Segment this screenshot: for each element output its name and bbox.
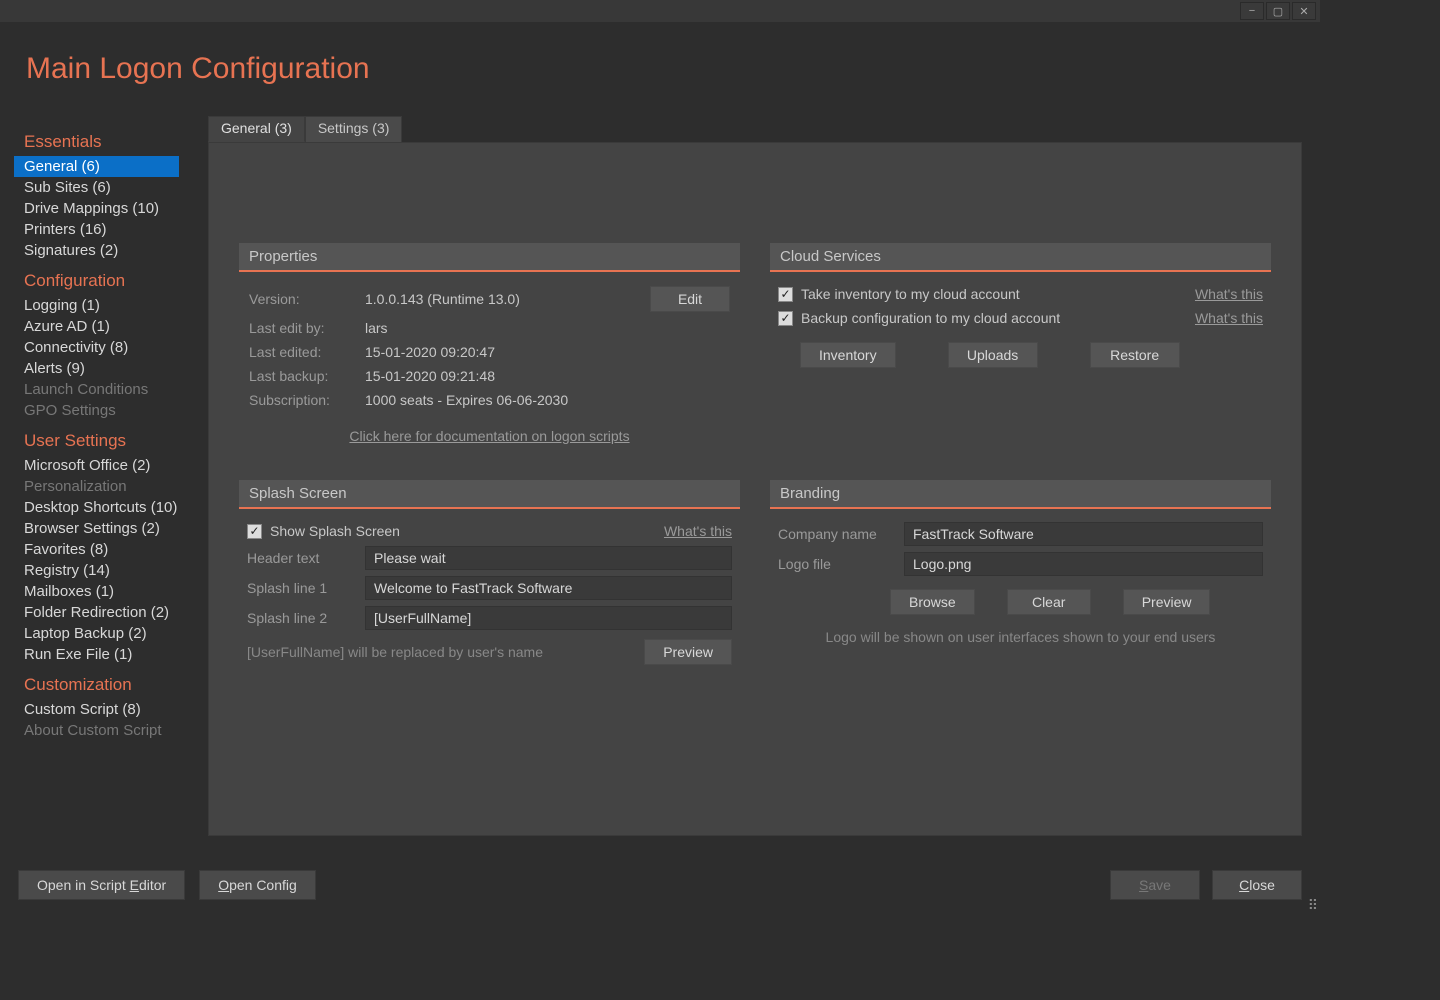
sidebar-item-azure-ad[interactable]: Azure AD (1) bbox=[14, 316, 204, 337]
edit-button[interactable]: Edit bbox=[650, 286, 730, 312]
subscription-label: Subscription: bbox=[249, 392, 365, 408]
company-name-input[interactable] bbox=[904, 522, 1263, 546]
sidebar-item-registry[interactable]: Registry (14) bbox=[14, 560, 204, 581]
sidebar-item-desktop-shortcuts[interactable]: Desktop Shortcuts (10) bbox=[14, 497, 204, 518]
sidebar: Essentials General (6) Sub Sites (6) Dri… bbox=[14, 116, 204, 836]
maximize-button[interactable]: ▢ bbox=[1266, 2, 1290, 20]
sidebar-item-browser-settings[interactable]: Browser Settings (2) bbox=[14, 518, 204, 539]
sidebar-item-about-custom-script[interactable]: About Custom Script bbox=[14, 720, 204, 741]
panel-branding: Branding Company name Logo file Browse C… bbox=[770, 480, 1271, 671]
backup-config-label: Backup configuration to my cloud account bbox=[801, 310, 1187, 326]
company-name-label: Company name bbox=[778, 526, 894, 542]
sidebar-item-connectivity[interactable]: Connectivity (8) bbox=[14, 337, 204, 358]
take-inventory-label: Take inventory to my cloud account bbox=[801, 286, 1187, 302]
sidebar-item-run-exe[interactable]: Run Exe File (1) bbox=[14, 644, 204, 665]
lastedited-label: Last edited: bbox=[249, 344, 365, 360]
whats-this-backup[interactable]: What's this bbox=[1195, 310, 1263, 326]
branding-preview-button[interactable]: Preview bbox=[1123, 589, 1211, 615]
uploads-button[interactable]: Uploads bbox=[948, 342, 1038, 368]
inventory-button[interactable]: Inventory bbox=[800, 342, 896, 368]
sidebar-item-personalization[interactable]: Personalization bbox=[14, 476, 204, 497]
panel-cloud-services: Cloud Services ✓ Take inventory to my cl… bbox=[770, 243, 1271, 444]
version-value: 1.0.0.143 (Runtime 13.0) bbox=[365, 291, 650, 307]
minimize-button[interactable]: − bbox=[1240, 2, 1264, 20]
close-window-button[interactable]: ✕ bbox=[1292, 2, 1316, 20]
panel-properties: Properties Version: 1.0.0.143 (Runtime 1… bbox=[239, 243, 740, 444]
tab-body: Properties Version: 1.0.0.143 (Runtime 1… bbox=[208, 142, 1302, 836]
browse-button[interactable]: Browse bbox=[890, 589, 975, 615]
panel-branding-header: Branding bbox=[770, 480, 1271, 509]
sidebar-item-folder-redirection[interactable]: Folder Redirection (2) bbox=[14, 602, 204, 623]
header-text-label: Header text bbox=[247, 550, 355, 566]
lastedited-value: 15-01-2020 09:20:47 bbox=[365, 344, 730, 360]
checkbox-show-splash[interactable]: ✓ bbox=[247, 524, 262, 539]
main-area: General (3) Settings (3) Properties Vers… bbox=[208, 116, 1302, 836]
panel-splash-header: Splash Screen bbox=[239, 480, 740, 509]
lastbackup-value: 15-01-2020 09:21:48 bbox=[365, 368, 730, 384]
header-text-input[interactable] bbox=[365, 546, 732, 570]
restore-button[interactable]: Restore bbox=[1090, 342, 1180, 368]
sidebar-item-favorites[interactable]: Favorites (8) bbox=[14, 539, 204, 560]
panel-cloud-header: Cloud Services bbox=[770, 243, 1271, 272]
panel-properties-header: Properties bbox=[239, 243, 740, 272]
whats-this-inventory[interactable]: What's this bbox=[1195, 286, 1263, 302]
doc-link[interactable]: Click here for documentation on logon sc… bbox=[349, 428, 629, 444]
whats-this-splash[interactable]: What's this bbox=[664, 523, 732, 539]
splash-line1-input[interactable] bbox=[365, 576, 732, 600]
clear-button[interactable]: Clear bbox=[1007, 589, 1091, 615]
splash-line2-input[interactable] bbox=[365, 606, 732, 630]
sidebar-item-laptop-backup[interactable]: Laptop Backup (2) bbox=[14, 623, 204, 644]
sidebar-item-logging[interactable]: Logging (1) bbox=[14, 295, 204, 316]
panel-splash-screen: Splash Screen ✓ Show Splash Screen What'… bbox=[239, 480, 740, 671]
save-button[interactable]: Save bbox=[1110, 870, 1200, 900]
sidebar-item-drive-mappings[interactable]: Drive Mappings (10) bbox=[14, 198, 204, 219]
sidebar-section-customization: Customization bbox=[14, 665, 204, 699]
sidebar-item-printers[interactable]: Printers (16) bbox=[14, 219, 204, 240]
branding-hint: Logo will be shown on user interfaces sh… bbox=[826, 629, 1216, 645]
sidebar-item-gpo-settings[interactable]: GPO Settings bbox=[14, 400, 204, 421]
logo-file-input[interactable] bbox=[904, 552, 1263, 576]
splash-hint: [UserFullName] will be replaced by user'… bbox=[247, 644, 543, 660]
show-splash-label: Show Splash Screen bbox=[270, 523, 656, 539]
sidebar-section-essentials: Essentials bbox=[14, 122, 204, 156]
sidebar-item-mailboxes[interactable]: Mailboxes (1) bbox=[14, 581, 204, 602]
sidebar-item-sub-sites[interactable]: Sub Sites (6) bbox=[14, 177, 204, 198]
tab-settings[interactable]: Settings (3) bbox=[305, 116, 403, 142]
splash-line2-label: Splash line 2 bbox=[247, 610, 355, 626]
tab-bar: General (3) Settings (3) bbox=[208, 116, 1302, 142]
sidebar-item-ms-office[interactable]: Microsoft Office (2) bbox=[14, 455, 204, 476]
titlebar: − ▢ ✕ bbox=[0, 0, 1320, 22]
checkbox-take-inventory[interactable]: ✓ bbox=[778, 287, 793, 302]
version-label: Version: bbox=[249, 291, 365, 307]
open-config-button[interactable]: Open Config bbox=[199, 870, 316, 900]
sidebar-item-launch-conditions[interactable]: Launch Conditions bbox=[14, 379, 204, 400]
sidebar-item-custom-script[interactable]: Custom Script (8) bbox=[14, 699, 204, 720]
logo-file-label: Logo file bbox=[778, 556, 894, 572]
sidebar-item-alerts[interactable]: Alerts (9) bbox=[14, 358, 204, 379]
sidebar-item-general[interactable]: General (6) bbox=[14, 156, 179, 177]
close-button[interactable]: Close bbox=[1212, 870, 1302, 900]
lastbackup-label: Last backup: bbox=[249, 368, 365, 384]
splash-preview-button[interactable]: Preview bbox=[644, 639, 732, 665]
resize-grip-icon[interactable]: ⠿ bbox=[1304, 898, 1318, 912]
open-script-editor-button[interactable]: Open in Script Editor bbox=[18, 870, 185, 900]
splash-line1-label: Splash line 1 bbox=[247, 580, 355, 596]
lasteditby-label: Last edit by: bbox=[249, 320, 365, 336]
page-title: Main Logon Configuration bbox=[0, 22, 1320, 86]
sidebar-item-signatures[interactable]: Signatures (2) bbox=[14, 240, 204, 261]
checkbox-backup-config[interactable]: ✓ bbox=[778, 311, 793, 326]
sidebar-section-user-settings: User Settings bbox=[14, 421, 204, 455]
sidebar-section-configuration: Configuration bbox=[14, 261, 204, 295]
lasteditby-value: lars bbox=[365, 320, 730, 336]
bottom-bar: Open in Script Editor Open Config Save C… bbox=[18, 870, 1302, 900]
subscription-value: 1000 seats - Expires 06-06-2030 bbox=[365, 392, 730, 408]
tab-general[interactable]: General (3) bbox=[208, 116, 305, 142]
